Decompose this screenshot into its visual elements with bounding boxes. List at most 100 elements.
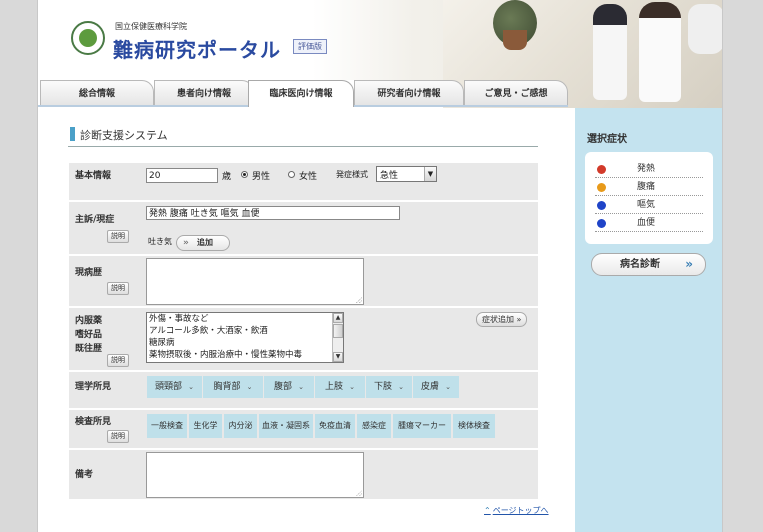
exam-label: 検査所見 — [75, 417, 112, 427]
history-explain-button[interactable]: 説明 — [107, 354, 129, 367]
male-radio[interactable] — [241, 171, 248, 178]
symptom-item[interactable]: 血便 — [595, 214, 703, 232]
preference-label: 嗜好品 — [75, 330, 103, 340]
physical-item-text: 下肢 — [374, 382, 393, 392]
section-divider — [68, 146, 538, 147]
red-dot-icon[interactable] — [597, 165, 606, 174]
chevron-down-icon: ⌄ — [445, 383, 451, 391]
blue-dot-icon[interactable] — [597, 201, 606, 210]
main-tabs: 総合情報 患者向け情報 臨床医向け情報 研究者向け情報 ご意見・ご感想 — [38, 80, 568, 107]
symptom-item[interactable]: 腹痛 — [595, 178, 703, 196]
physical-item-chest[interactable]: 胸背部 ⌄ — [203, 376, 263, 398]
history-option[interactable]: アルコール多飲・大酒家・飲酒 — [147, 325, 343, 337]
age-unit: 歳 — [222, 172, 232, 182]
row-notes: 備考 — [69, 450, 538, 500]
physical-label: 理学所見 — [75, 382, 112, 392]
blue-dot-icon[interactable] — [597, 219, 606, 228]
history-option[interactable]: 薬物摂取後・内服治療中・慢性薬物中毒 — [147, 349, 343, 361]
institute-logo[interactable] — [71, 21, 105, 55]
complaint-explain-button[interactable]: 説明 — [107, 230, 129, 243]
row-medical-history: 内服薬 嗜好品 既往歴 説明 外傷・事故など アルコール多飲・大酒家・飲酒 糖尿… — [69, 308, 538, 371]
exam-item-biochem[interactable]: 生化学 — [189, 414, 222, 438]
tab-patients[interactable]: 患者向け情報 — [154, 80, 254, 106]
present-history-textarea[interactable] — [146, 258, 364, 305]
notes-textarea[interactable] — [146, 452, 364, 498]
diagnose-label: 病名診断 — [620, 259, 660, 270]
physical-item-skin[interactable]: 皮膚 ⌄ — [413, 376, 459, 398]
tab-feedback[interactable]: ご意見・ご感想 — [464, 80, 568, 106]
exam-item-tumor-marker[interactable]: 腫瘍マーカー — [393, 414, 451, 438]
listbox-scrollbar[interactable]: ▲ ▼ — [332, 313, 343, 362]
physical-item-head[interactable]: 頭頸部 ⌄ — [147, 376, 202, 398]
add-label: 追加 — [197, 238, 213, 247]
add-history-button[interactable]: 症状追加 » — [476, 312, 528, 327]
exam-item-endocrine[interactable]: 内分泌 — [224, 414, 257, 438]
scroll-up-icon[interactable]: ▲ — [333, 313, 343, 323]
physical-item-upper-limb[interactable]: 上肢 ⌄ — [315, 376, 365, 398]
pending-symptom: 吐き気 — [148, 237, 172, 246]
diagnose-button[interactable]: 病名診断 » — [591, 253, 706, 276]
exam-item-blood[interactable]: 血液・凝固系 — [259, 414, 313, 438]
tab-general[interactable]: 総合情報 — [40, 80, 154, 106]
org-name: 国立保健医療科学院 — [115, 22, 187, 31]
orange-warning-icon[interactable] — [597, 183, 606, 192]
onset-select[interactable]: 急性 ▼ — [376, 166, 437, 182]
row-chief-complaint: 主訴/現症 説明 発熱 腹痛 吐き気 嘔気 血便 吐き気 » 追加 — [69, 202, 538, 255]
chevron-down-icon: ⌄ — [298, 383, 304, 391]
exam-item-infection[interactable]: 感染症 — [357, 414, 391, 438]
exam-item-general[interactable]: 一般検査 — [147, 414, 187, 438]
scroll-down-icon[interactable]: ▼ — [333, 352, 343, 362]
physical-item-text: 皮膚 — [421, 382, 440, 392]
symptom-label: 嘔気 — [637, 200, 656, 210]
selected-symptoms-box: 発熱 腹痛 嘔気 血便 — [585, 152, 713, 244]
tab-clinicians[interactable]: 臨床医向け情報 — [248, 80, 354, 107]
row-exam-findings: 検査所見 説明 一般検査 生化学 内分泌 血液・凝固系 免疫血清 感染症 腫瘍マ… — [69, 410, 538, 449]
symptom-label: 血便 — [637, 218, 656, 228]
page-top-link[interactable]: ⌃ ページトップへ — [484, 505, 549, 516]
chevron-down-icon: ⌄ — [246, 383, 253, 391]
complaint-input[interactable]: 発熱 腹痛 吐き気 嘔気 血便 — [146, 206, 400, 220]
symptom-item[interactable]: 嘔気 — [595, 196, 703, 214]
add-history-label: 症状追加 — [482, 315, 514, 324]
basic-info-label: 基本情報 — [75, 171, 112, 181]
site-title[interactable]: 難病研究ポータル — [113, 34, 281, 63]
page-top-label: ページトップへ — [492, 506, 549, 515]
sidebar: 選択症状 発熱 腹痛 嘔気 血便 病名診断 » — [575, 108, 722, 532]
row-physical-findings: 理学所見 頭頸部 ⌄ 胸背部 ⌄ 腹部 ⌄ 上肢 ⌄ 下肢 ⌄ 皮膚 ⌄ — [69, 372, 538, 409]
physical-item-abdomen[interactable]: 腹部 ⌄ — [264, 376, 314, 398]
symptom-label: 腹痛 — [637, 182, 656, 192]
present-history-explain-button[interactable]: 説明 — [107, 282, 129, 295]
physical-item-text: 上肢 — [325, 382, 344, 392]
female-radio[interactable] — [288, 171, 295, 178]
past-history-label: 既往歴 — [75, 344, 103, 354]
history-option[interactable]: 外傷・事故など — [147, 313, 343, 325]
chevron-down-icon: ⌄ — [398, 383, 404, 391]
history-listbox[interactable]: 外傷・事故など アルコール多飲・大酒家・飲酒 糖尿病 薬物摂取後・内服治療中・慢… — [146, 312, 344, 363]
symptom-item[interactable]: 発熱 — [595, 160, 703, 178]
female-label: 女性 — [299, 172, 318, 182]
medication-label: 内服薬 — [75, 316, 103, 326]
add-symptom-button[interactable]: » 追加 — [176, 235, 230, 251]
exam-item-immuno[interactable]: 免疫血清 — [315, 414, 355, 438]
onset-value: 急性 — [380, 171, 399, 181]
physical-item-lower-limb[interactable]: 下肢 ⌄ — [366, 376, 412, 398]
age-input[interactable]: 20 — [146, 168, 218, 183]
page: 国立保健医療科学院 難病研究ポータル 評価版 総合情報 患者向け情報 臨床医向け… — [37, 0, 723, 532]
chevron-down-icon: ⌄ — [349, 383, 355, 391]
male-label: 男性 — [252, 172, 271, 182]
up-arrow-icon: ⌃ — [484, 506, 491, 515]
exam-explain-button[interactable]: 説明 — [107, 430, 129, 443]
physical-item-text: 胸背部 — [213, 382, 241, 392]
double-chevron-icon: » — [685, 257, 693, 271]
present-history-label: 現病歴 — [75, 268, 103, 278]
scroll-thumb[interactable] — [333, 324, 343, 338]
physical-item-text: 腹部 — [274, 382, 293, 392]
physical-item-text: 頭頸部 — [155, 382, 183, 392]
tab-researchers[interactable]: 研究者向け情報 — [354, 80, 464, 106]
exam-item-specimen[interactable]: 検体検査 — [453, 414, 495, 438]
row-present-history: 現病歴 説明 — [69, 256, 538, 307]
chevron-down-icon: ⌄ — [188, 383, 194, 391]
chevron-down-icon[interactable]: ▼ — [424, 167, 436, 181]
notes-label: 備考 — [75, 470, 94, 480]
history-option[interactable]: 糖尿病 — [147, 337, 343, 349]
